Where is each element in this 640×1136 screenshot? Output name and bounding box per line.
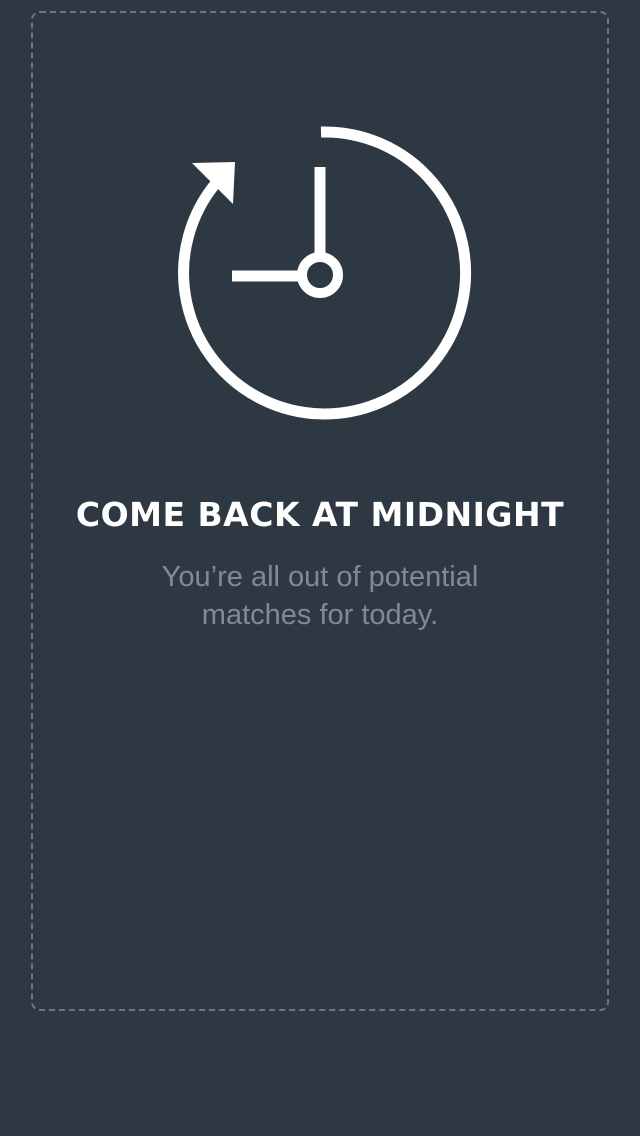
empty-state-message: You’re all out of potential matches for … [161,561,479,631]
clock-reset-icon [178,126,472,420]
clock-center [297,252,343,298]
clock-arrow-head [192,162,235,204]
empty-state-title: COME BACK AT MIDNIGHT [75,495,565,534]
